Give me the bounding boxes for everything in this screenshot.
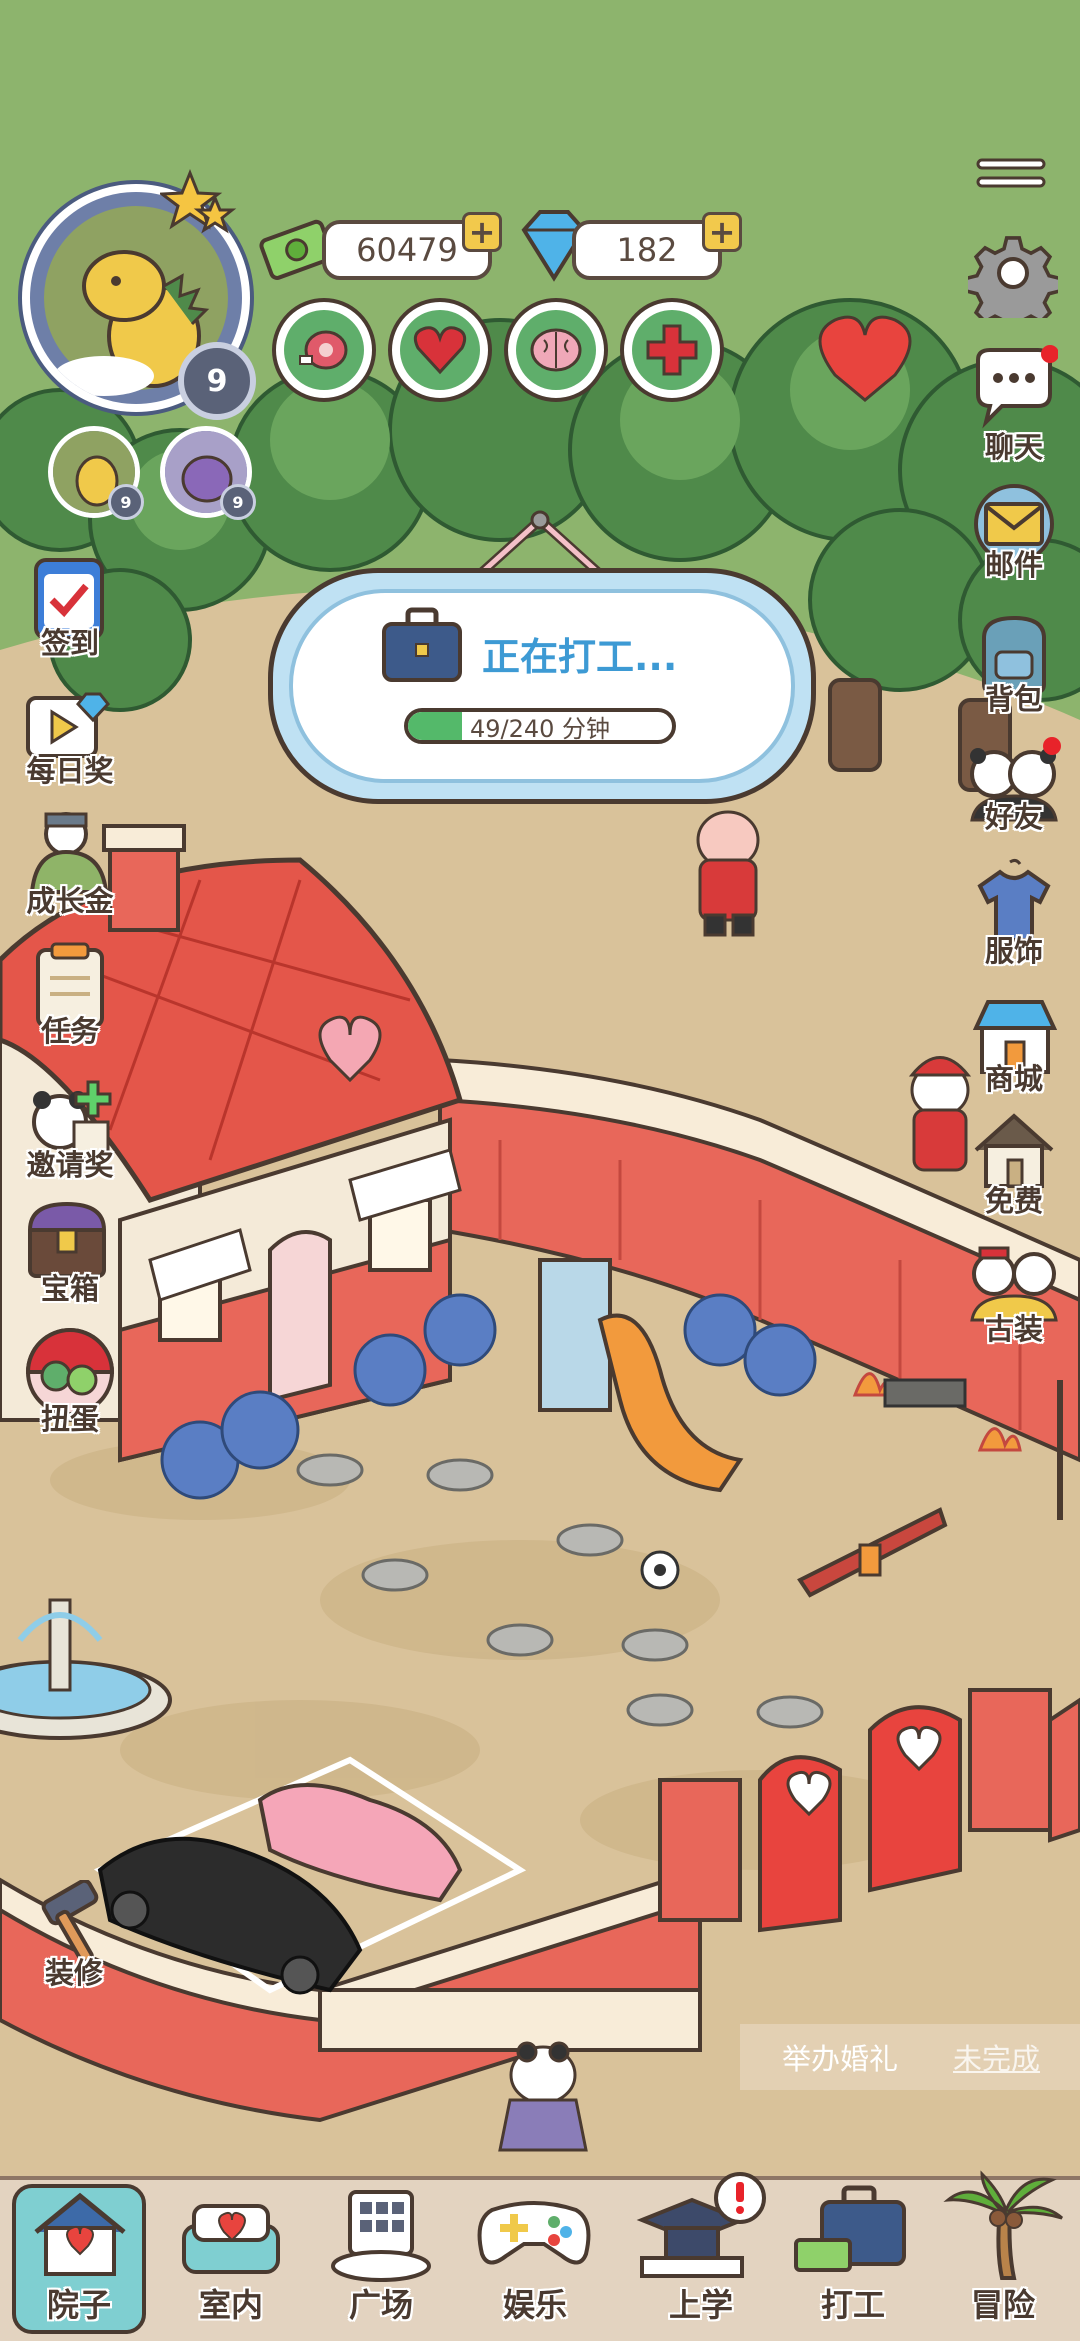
star-icon: [160, 168, 237, 234]
work-status-sign[interactable]: [268, 568, 816, 804]
briefcase-icon: [382, 607, 462, 682]
nav-yard[interactable]: 院子: [4, 2160, 154, 2340]
nav-adventure[interactable]: 冒险: [928, 2160, 1078, 2340]
health-stat[interactable]: [620, 298, 724, 402]
work-status-title: 正在打工...: [482, 635, 678, 679]
menu-icon[interactable]: [976, 156, 1046, 192]
ancient-costume-label: 古装: [984, 1312, 1043, 1346]
nav-adventure-label: 冒险: [970, 2286, 1035, 2324]
invite-reward-label: 邀请奖: [26, 1148, 114, 1182]
sofa-icon: [182, 2204, 280, 2274]
player-level-badge: 9: [178, 342, 256, 420]
clothing-label: 服饰: [984, 934, 1043, 968]
growth-fund-label: 成长金: [26, 884, 114, 918]
nav-work-label: 打工: [820, 2286, 885, 2324]
nav-indoor-label: 室内: [198, 2286, 263, 2324]
nav-work[interactable]: 打工: [778, 2160, 928, 2340]
work-progress-text: 49/240 分钟: [469, 714, 611, 743]
shop-label: 商城: [984, 1062, 1043, 1096]
decorate-label: 装修: [44, 1956, 103, 1990]
add-coins-button[interactable]: +: [462, 212, 502, 252]
daily-reward-label: 每日奖: [26, 754, 114, 788]
gear-icon[interactable]: [968, 228, 1058, 318]
pet-level-badge-2: 9: [220, 484, 256, 520]
gem-counter: 182: [572, 220, 722, 280]
chat-bubble-icon[interactable]: [968, 344, 1058, 434]
work-briefcase-icon: [794, 2185, 906, 2272]
nav-plaza-label: 广场: [348, 2286, 413, 2324]
hunger-stat[interactable]: [272, 298, 376, 402]
nav-plaza[interactable]: 广场: [306, 2160, 456, 2340]
nav-indoor[interactable]: 室内: [156, 2160, 306, 2340]
intelligence-stat[interactable]: [504, 298, 608, 402]
health-cross-icon: [646, 324, 698, 376]
tasks-label: 任务: [40, 1014, 99, 1048]
add-gems-button[interactable]: +: [702, 212, 742, 252]
nav-entertainment-label: 娱乐: [502, 2286, 567, 2324]
free-label: 免费: [984, 1184, 1043, 1218]
mood-stat[interactable]: [388, 298, 492, 402]
palm-tree-icon: [943, 2170, 1064, 2280]
nav-school-label: 上学: [668, 2286, 733, 2324]
friends-label: 好友: [984, 800, 1043, 834]
quest-name: 举办婚礼: [782, 2042, 899, 2076]
nav-entertainment[interactable]: 娱乐: [460, 2160, 610, 2340]
checkin-label: 签到: [40, 626, 99, 660]
chat-label: 聊天: [984, 430, 1043, 464]
graduation-cap-icon: [636, 2172, 766, 2278]
backpack-label: 背包: [984, 682, 1043, 716]
pet-level-badge-1: 9: [108, 484, 144, 520]
gacha-label: 扭蛋: [40, 1402, 99, 1436]
heart-icon: [413, 326, 467, 375]
treasure-chest-label: 宝箱: [40, 1272, 99, 1306]
plaza-building-icon: [331, 2190, 431, 2282]
brain-icon: [530, 328, 582, 372]
yard-house-icon: [34, 2192, 126, 2276]
nav-school[interactable]: 上学: [626, 2160, 776, 2340]
meat-icon: [299, 330, 348, 370]
gamepad-icon: [477, 2201, 591, 2265]
nav-yard-label: 院子: [46, 2286, 111, 2324]
quest-status-link[interactable]: 未完成: [953, 2036, 1040, 2078]
mail-label: 邮件: [984, 548, 1043, 582]
